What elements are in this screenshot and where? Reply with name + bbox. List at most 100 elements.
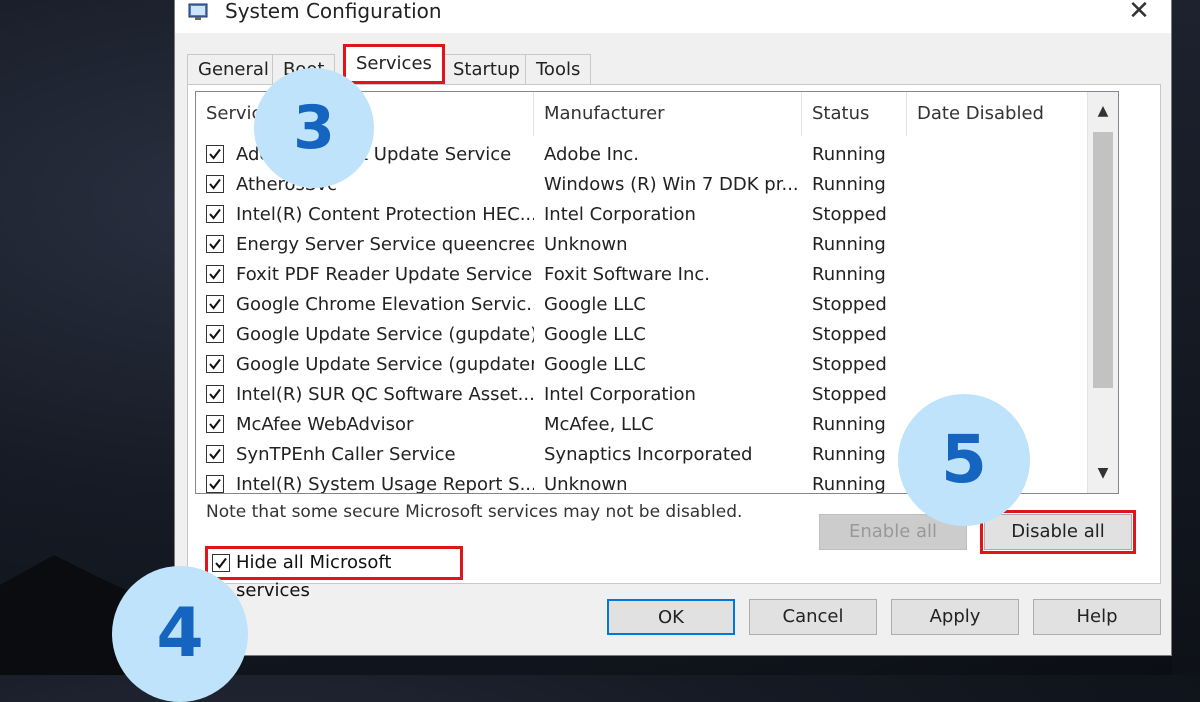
help-button[interactable]: Help [1033,599,1161,635]
service-date-disabled [917,320,1087,350]
service-manufacturer: Unknown [544,474,628,494]
hide-microsoft-services-label: Hide all Microsoft services [236,552,392,601]
service-checkbox[interactable] [206,475,224,493]
service-manufacturer: Google LLC [544,294,646,315]
service-manufacturer: Adobe Inc. [544,144,639,165]
service-status: Stopped [812,294,887,315]
service-checkbox[interactable] [206,415,224,433]
service-status: Running [812,234,886,255]
disable-all-highlight [980,510,1136,554]
checkmark-icon [209,358,221,370]
service-name: McAfee WebAdvisor [236,414,414,435]
service-row[interactable]: Intel(R) Content Protection HEC... Intel … [196,200,1088,230]
service-checkbox[interactable] [206,355,224,373]
service-status: Running [812,144,886,165]
checkmark-icon [209,418,221,430]
service-manufacturer: Foxit Software Inc. [544,264,711,285]
service-row[interactable]: Google Chrome Elevation Servic... Google … [196,290,1088,320]
service-checkbox[interactable] [206,145,224,163]
msconfig-icon [187,1,211,23]
service-name: Intel(R) SUR QC Software Asset... [236,384,534,405]
service-name: Intel(R) System Usage Report S... [236,474,534,494]
service-date-disabled [917,260,1087,290]
service-status: Stopped [812,384,887,405]
service-manufacturer: Google LLC [544,324,646,345]
checkmark-icon [209,328,221,340]
service-checkbox[interactable] [206,205,224,223]
service-checkbox[interactable] [206,265,224,283]
checkmark-icon [209,208,221,220]
service-name: Intel(R) Content Protection HEC... [236,204,534,225]
scroll-thumb[interactable] [1093,132,1113,388]
service-date-disabled [917,170,1087,200]
service-checkbox[interactable] [206,235,224,253]
tab-tools[interactable]: Tools [525,54,592,84]
service-date-disabled [917,200,1087,230]
service-name: Google Update Service (gupdate) [236,324,534,345]
column-header-manufacturer[interactable]: Manufacturer [534,92,802,136]
service-row[interactable]: Energy Server Service queencreek Unknown R… [196,230,1088,260]
checkmark-icon [209,298,221,310]
checkmark-icon [215,557,227,569]
checkmark-icon [209,388,221,400]
service-manufacturer: Unknown [544,234,628,255]
service-manufacturer: Windows (R) Win 7 DDK pr... [544,174,799,195]
service-date-disabled [917,230,1087,260]
checkmark-icon [209,448,221,460]
cancel-button[interactable]: Cancel [749,599,877,635]
close-button[interactable]: ✕ [1119,0,1159,27]
service-status: Stopped [812,204,887,225]
service-name: Energy Server Service queencreek [236,234,534,255]
service-row[interactable]: Foxit PDF Reader Update Service Foxit Sof… [196,260,1088,290]
service-manufacturer: Google LLC [544,354,646,375]
service-status: Stopped [812,354,887,375]
service-row[interactable]: Google Update Service (gupdate) Google LL… [196,320,1088,350]
service-manufacturer: McAfee, LLC [544,414,654,435]
service-checkbox[interactable] [206,175,224,193]
secure-services-note: Note that some secure Microsoft services… [206,502,743,522]
service-status: Running [812,474,886,494]
service-manufacturer: Synaptics Incorporated [544,444,753,465]
tab-services[interactable]: Services [343,44,445,84]
column-header-status[interactable]: Status [802,92,907,136]
service-name: Foxit PDF Reader Update Service [236,264,533,285]
checkbox-box[interactable] [212,554,230,572]
service-name: SynTPEnh Caller Service [236,444,456,465]
service-date-disabled [917,140,1087,170]
checkmark-icon [209,148,221,160]
column-header-date-disabled[interactable]: Date Disabled [907,92,1088,136]
desktop-background-right [1172,0,1200,675]
service-checkbox[interactable] [206,295,224,313]
window-title: System Configuration [225,0,442,23]
tab-startup[interactable]: Startup [442,54,531,84]
tab-general[interactable]: General [187,54,280,84]
scroll-up-icon[interactable]: ▲ [1088,96,1118,126]
service-status: Running [812,444,886,465]
service-checkbox[interactable] [206,325,224,343]
service-status: Running [812,414,886,435]
checkmark-icon [209,178,221,190]
checkmark-icon [209,478,221,490]
service-status: Running [812,174,886,195]
checkmark-icon [209,238,221,250]
vertical-scrollbar[interactable]: ▲ ▼ [1087,92,1118,493]
service-date-disabled [917,350,1087,380]
step-4-badge: 4 [112,566,248,702]
service-name: Google Chrome Elevation Servic... [236,294,534,315]
scroll-down-icon[interactable]: ▼ [1088,458,1118,488]
service-status: Running [812,264,886,285]
apply-button[interactable]: Apply [891,599,1019,635]
service-row[interactable]: Google Update Service (gupdatem) Google L… [196,350,1088,380]
step-3-badge: 3 [254,68,374,188]
service-checkbox[interactable] [206,445,224,463]
hide-microsoft-services-checkbox[interactable]: Hide all Microsoft services [205,546,463,601]
ok-button[interactable]: OK [607,599,735,635]
service-date-disabled [917,290,1087,320]
service-checkbox[interactable] [206,385,224,403]
checkmark-icon [209,268,221,280]
service-name: Google Update Service (gupdatem) [236,354,534,375]
title-bar: System Configuration ✕ [175,0,1171,33]
service-manufacturer: Intel Corporation [544,204,696,225]
service-status: Stopped [812,324,887,345]
service-manufacturer: Intel Corporation [544,384,696,405]
